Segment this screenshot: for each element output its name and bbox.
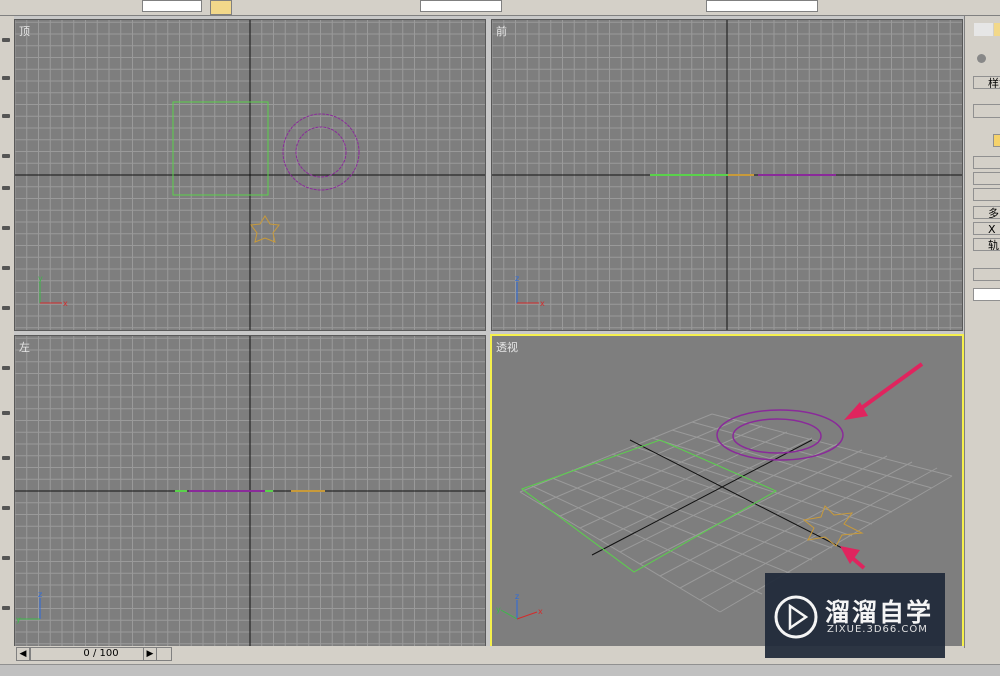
donut-inner (732, 418, 822, 454)
tool-icon[interactable] (2, 38, 10, 42)
edit-named-selection-icon[interactable] (650, 0, 670, 15)
color-swatch[interactable] (993, 134, 1000, 147)
viewport-left[interactable]: 左 z y (14, 335, 486, 647)
rollout-header[interactable] (973, 268, 1000, 281)
modify-tab-icon[interactable] (993, 22, 1000, 37)
tool-icon[interactable] (2, 556, 10, 560)
annotation-arrow (844, 362, 924, 420)
svg-text:x: x (540, 299, 545, 308)
tool-icon[interactable] (2, 186, 10, 190)
axis-tripod-icon: y x (38, 274, 68, 308)
viewport-label-top[interactable]: 顶 (19, 23, 30, 39)
bind-space-warp-icon[interactable] (115, 0, 133, 15)
svg-text:z: z (515, 274, 519, 283)
viewport-grid: y x (15, 20, 485, 330)
tool-icon[interactable] (2, 411, 10, 415)
selection-filter-dropdown[interactable] (142, 0, 202, 12)
panel-button-3[interactable]: 轨 (973, 238, 1000, 251)
viewport-grid: z x (492, 20, 962, 330)
rollout-header[interactable] (973, 104, 1000, 118)
svg-text:x: x (63, 299, 68, 308)
viewport-label-left[interactable]: 左 (19, 339, 30, 355)
mirror-icon[interactable] (680, 0, 700, 15)
panel-dropdown[interactable]: 样式 (973, 76, 1000, 89)
name-field[interactable] (973, 288, 1000, 301)
track-bar[interactable] (0, 664, 1000, 676)
svg-text:z: z (38, 590, 42, 599)
tool-icon[interactable] (2, 606, 10, 610)
viewport-area: 顶 y x 前 z x 左 z y 透视 z x y (14, 16, 964, 648)
svg-text:z: z (515, 592, 519, 601)
tool-icon[interactable] (2, 506, 10, 510)
viewport-label-perspective[interactable]: 透视 (496, 339, 518, 355)
viewport-label-front[interactable]: 前 (496, 23, 507, 39)
svg-text:y: y (38, 274, 43, 283)
tool-icon[interactable] (2, 114, 10, 118)
snap-icon[interactable] (520, 0, 540, 15)
selection-region-icon[interactable] (268, 0, 288, 15)
tool-icon[interactable] (2, 76, 10, 80)
star-shape (250, 215, 280, 243)
panel-button[interactable] (973, 172, 1000, 185)
tool-icon[interactable] (2, 456, 10, 460)
tool-icon[interactable] (2, 266, 10, 270)
reference-coordinate-dropdown[interactable] (420, 0, 502, 12)
render-setup-icon[interactable] (950, 0, 970, 15)
chevron-right-icon[interactable]: ▶ (143, 647, 157, 661)
window-crossing-icon[interactable] (296, 0, 316, 15)
chevron-left-icon[interactable]: ◀ (16, 647, 30, 661)
spinner-snap-icon[interactable] (620, 0, 640, 15)
scale-icon[interactable] (394, 0, 414, 15)
tool-icon[interactable] (2, 366, 10, 370)
viewport-front[interactable]: 前 z x (491, 19, 963, 331)
quick-render-icon[interactable] (976, 0, 996, 15)
layer-manager-icon[interactable] (856, 0, 876, 15)
panel-button-2[interactable]: X (973, 222, 1000, 235)
watermark-url: ZIXUE.3D66.COM (827, 624, 928, 635)
annotation-arrow (840, 546, 866, 570)
named-selection-dropdown[interactable] (706, 0, 818, 12)
unlink-icon[interactable] (90, 0, 108, 15)
select-link-icon[interactable] (60, 0, 78, 15)
left-toolbar (0, 16, 15, 646)
select-by-name-icon[interactable] (240, 0, 260, 15)
svg-text:y: y (16, 615, 21, 624)
move-icon[interactable] (336, 0, 356, 15)
align-icon[interactable] (826, 0, 846, 15)
watermark-logo: 溜溜自学 ZIXUE.3D66.COM (765, 573, 945, 658)
tool-icon[interactable] (2, 154, 10, 158)
command-panel: 样式 多 X 轨 (964, 16, 1000, 648)
tool-icon[interactable] (2, 306, 10, 310)
panel-button[interactable] (973, 156, 1000, 169)
undo-icon[interactable] (28, 0, 46, 15)
play-logo-icon (774, 595, 818, 639)
material-editor-icon[interactable] (920, 0, 940, 15)
axis-tripod-icon: z x (515, 274, 545, 308)
create-tab-icon[interactable] (973, 22, 995, 37)
select-object-icon[interactable] (210, 0, 232, 15)
viewport-top[interactable]: 顶 y x (14, 19, 486, 331)
geometry-radio-icon[interactable] (977, 54, 986, 63)
curve-editor-icon[interactable] (888, 0, 908, 15)
tool-icon[interactable] (2, 226, 10, 230)
percent-snap-icon[interactable] (588, 0, 608, 15)
angle-snap-icon[interactable] (556, 0, 576, 15)
panel-button-1[interactable]: 多 (973, 206, 1000, 219)
axis-tripod-icon: z x y (496, 592, 543, 620)
svg-text:y: y (496, 605, 501, 614)
svg-text:x: x (538, 607, 543, 616)
rotate-icon[interactable] (364, 0, 384, 15)
viewport-grid: z y (15, 336, 485, 646)
panel-button[interactable] (973, 188, 1000, 201)
main-toolbar (0, 0, 1000, 16)
